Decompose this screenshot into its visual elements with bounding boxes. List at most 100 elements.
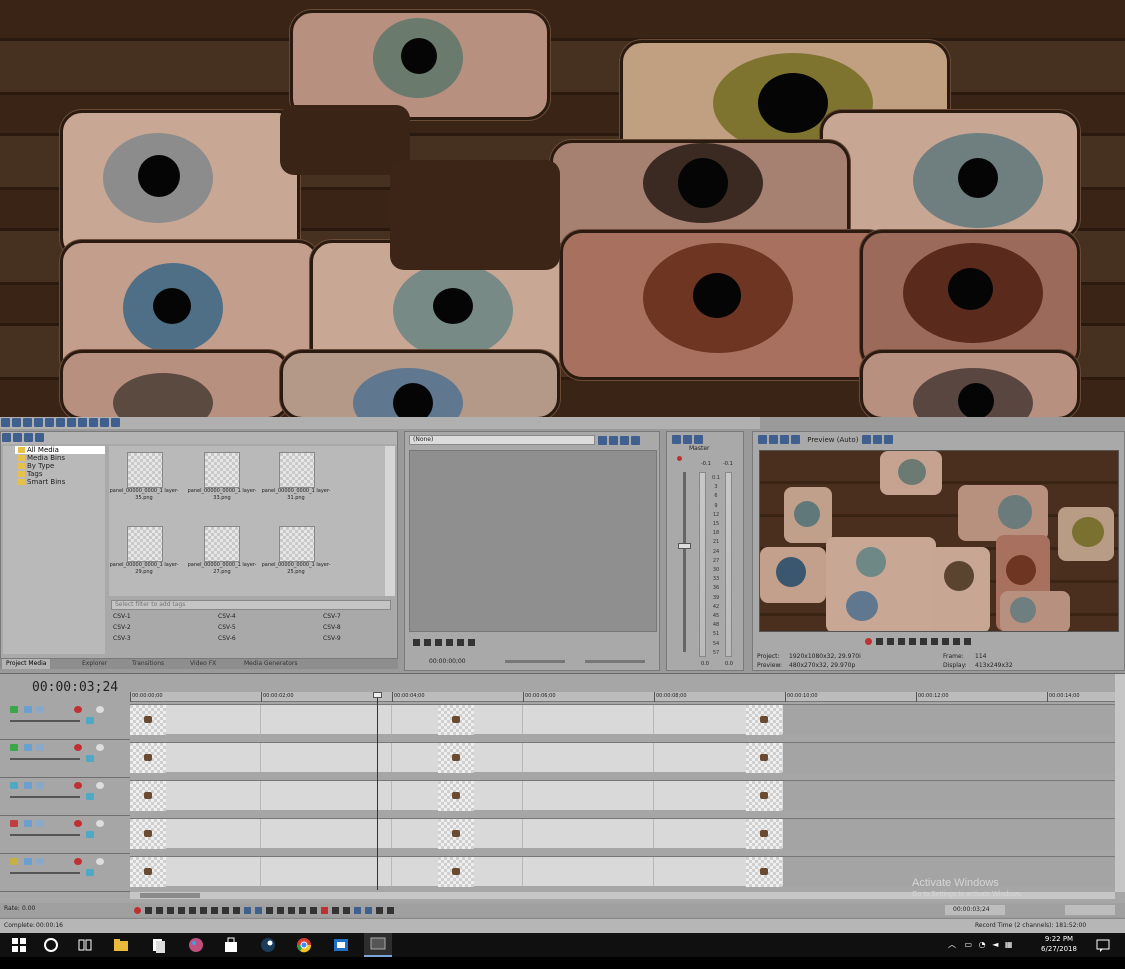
track-motion-icon[interactable] (24, 858, 32, 865)
media-clip[interactable] (438, 705, 474, 735)
bin-smart-bins[interactable]: Smart Bins (15, 478, 105, 486)
track-header[interactable] (0, 816, 130, 854)
trimmer-tool-icon[interactable] (631, 436, 640, 445)
mute-icon[interactable] (74, 820, 82, 827)
record-button[interactable] (134, 906, 141, 914)
track-motion-icon[interactable] (24, 706, 32, 713)
next-frame-button[interactable] (964, 637, 971, 645)
video-track[interactable] (130, 818, 1115, 849)
chrome-icon[interactable] (295, 936, 313, 954)
tag-item[interactable]: CSV-5 (218, 624, 236, 631)
track-level-slider[interactable] (10, 720, 80, 722)
wifi-icon[interactable]: ◔ (979, 940, 986, 949)
master-fader-handle[interactable] (678, 543, 691, 549)
trimmer-tool-icon[interactable] (609, 436, 618, 445)
track-motion-icon[interactable] (24, 820, 32, 827)
track-fx-icon[interactable] (36, 744, 44, 751)
tag-item[interactable]: CSV-8 (323, 624, 341, 631)
next-frame-button[interactable] (468, 638, 475, 646)
snapping-icon[interactable] (354, 906, 361, 914)
lock-icon[interactable] (321, 906, 328, 914)
media-clip[interactable] (746, 857, 782, 887)
solo-icon[interactable] (96, 744, 104, 751)
undo-icon[interactable] (89, 418, 98, 427)
notifications-icon[interactable] (1094, 936, 1112, 954)
keyboard-icon[interactable]: ▦ (1005, 940, 1013, 949)
compositing-mode-icon[interactable] (86, 831, 94, 838)
pause-button[interactable] (178, 906, 185, 914)
render-icon[interactable] (34, 418, 43, 427)
media-thumb[interactable] (204, 452, 240, 488)
media-clip[interactable] (130, 743, 166, 773)
steam-icon[interactable] (259, 936, 277, 954)
media-clip[interactable] (130, 857, 166, 887)
media-thumb[interactable] (127, 452, 163, 488)
timeline-ruler[interactable]: 00:00:00;00 00:00:02;00 00:00:04;00 00:00:0… (130, 692, 1115, 702)
track-header[interactable] (0, 740, 130, 778)
trimmer-zoom-slider[interactable] (505, 660, 565, 663)
file-explorer-icon[interactable] (112, 936, 130, 954)
paint-icon[interactable] (187, 936, 205, 954)
vegas-icon[interactable] (364, 933, 392, 957)
prev-frame-button[interactable] (953, 637, 960, 645)
play-button[interactable] (898, 637, 905, 645)
marker-icon[interactable] (332, 906, 339, 914)
trimmer-volume-slider[interactable] (585, 660, 645, 663)
tab-transitions[interactable]: Transitions (128, 659, 168, 669)
video-track[interactable] (130, 780, 1115, 811)
track-header[interactable] (0, 702, 130, 740)
mixer-tool-icon[interactable] (683, 435, 692, 444)
media-thumb[interactable] (127, 526, 163, 562)
auto-ripple-icon[interactable] (365, 906, 372, 914)
track-header[interactable] (0, 778, 130, 816)
compositing-mode-icon[interactable] (86, 755, 94, 762)
external-monitor-icon[interactable] (769, 435, 778, 444)
media-clip[interactable] (130, 781, 166, 811)
track-header[interactable] (0, 854, 130, 892)
region-icon[interactable] (343, 906, 350, 914)
task-view-icon[interactable] (76, 936, 94, 954)
record-button[interactable] (865, 637, 872, 645)
playhead-cursor[interactable] (377, 692, 378, 890)
save-snapshot-icon[interactable] (883, 435, 893, 444)
bin-media-bins[interactable]: Media Bins (15, 454, 105, 462)
bin-tags[interactable]: Tags (15, 470, 105, 478)
cut-icon[interactable] (56, 418, 65, 427)
tag-item[interactable]: CSV-7 (323, 613, 341, 620)
media-clip[interactable] (438, 781, 474, 811)
prev-frame-button[interactable] (222, 906, 229, 914)
mute-icon[interactable] (74, 858, 82, 865)
media-thumb[interactable] (279, 526, 315, 562)
track-level-slider[interactable] (10, 796, 80, 798)
trimmer-tool-icon[interactable] (598, 436, 607, 445)
mixer-tool-icon[interactable] (694, 435, 703, 444)
lock-envelopes-icon[interactable] (376, 906, 383, 914)
windows-icon[interactable] (10, 936, 28, 954)
trimmer-view[interactable] (409, 450, 657, 632)
solitaire-icon[interactable] (150, 936, 168, 954)
split-icon[interactable] (310, 906, 317, 914)
pause-button[interactable] (909, 637, 916, 645)
trim-end-icon[interactable] (299, 906, 306, 914)
video-track[interactable] (130, 742, 1115, 773)
tab-media-generators[interactable]: Media Generators (240, 659, 302, 669)
solo-icon[interactable] (96, 858, 104, 865)
clock-time[interactable]: 9:22 PM (1036, 935, 1082, 943)
trimmer-dropdown[interactable]: (None) (409, 435, 595, 445)
selection-tool-icon[interactable] (266, 906, 273, 914)
tab-project-media[interactable]: Project Media (2, 659, 51, 669)
track-fx-icon[interactable] (36, 858, 44, 865)
split-screen-icon[interactable] (780, 435, 789, 444)
media-clip[interactable] (746, 743, 782, 773)
copy-icon[interactable] (67, 418, 76, 427)
media-clip[interactable] (438, 743, 474, 773)
outlook-icon[interactable] (332, 936, 350, 954)
save-icon[interactable] (23, 418, 32, 427)
capture-icon[interactable] (13, 433, 22, 442)
track-level-slider[interactable] (10, 872, 80, 874)
delete-icon[interactable] (277, 906, 284, 914)
help-icon[interactable] (111, 418, 120, 427)
tab-explorer[interactable]: Explorer (78, 659, 111, 669)
bin-by-type[interactable]: By Type (15, 462, 105, 470)
solo-icon[interactable] (96, 706, 104, 713)
